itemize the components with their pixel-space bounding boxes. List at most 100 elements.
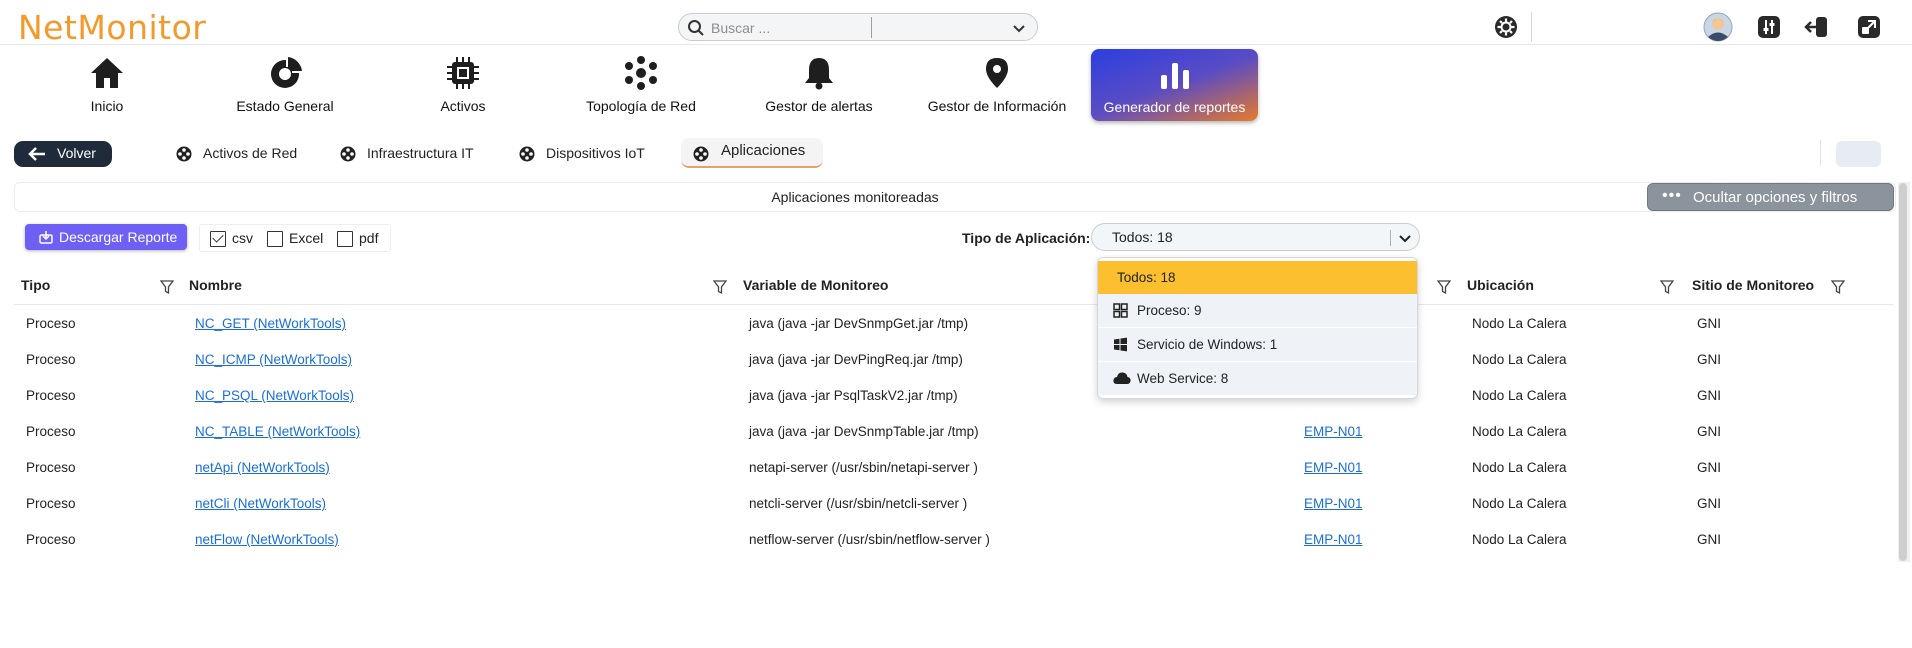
search-divider <box>871 17 872 38</box>
column-header-nombre[interactable]: Nombre <box>189 277 242 293</box>
cell-tipo: Proceso <box>26 496 76 511</box>
column-header-sitio[interactable]: Sitio de Monitoreo <box>1692 277 1814 293</box>
subtab-dispositivos-iot[interactable]: Dispositivos IoT <box>519 143 669 167</box>
subtab-aplicaciones[interactable]: Aplicaciones <box>681 138 823 168</box>
nav-label: Gestor de Información <box>927 98 1067 114</box>
type-filter-dropdown: Todos: 18 Proceso: 9 Servicio de Windows… <box>1097 257 1418 399</box>
cell-variable: java (java -jar DevSnmpTable.jar /tmp) <box>749 424 979 439</box>
dropdown-option-proceso[interactable]: Proceso: 9 <box>1098 294 1417 327</box>
cell-variable: netapi-server (/usr/sbin/netapi-server ) <box>749 460 978 475</box>
nav-label: Activos <box>440 98 486 114</box>
filter-icon[interactable] <box>713 279 727 295</box>
cell-sitio: GNI <box>1697 460 1722 475</box>
search-bar[interactable]: Buscar ... <box>678 13 1038 41</box>
table-row[interactable]: Proceso NC_GET (NetWorkTools) java (java… <box>0 314 1890 334</box>
cell-sitio: GNI <box>1697 496 1722 511</box>
more-dots-icon: ••• <box>1662 187 1682 204</box>
nav-informacion[interactable]: Gestor de Información <box>912 52 1082 124</box>
cell-tipo: Proceso <box>26 532 76 547</box>
type-filter-select[interactable]: Todos: 18 <box>1091 223 1420 251</box>
cell-ubicacion: Nodo La Calera <box>1472 424 1567 439</box>
cell-nombre-link[interactable]: netApi (NetWorkTools) <box>195 460 330 475</box>
table-header-divider <box>14 304 1894 305</box>
nav-estado-general[interactable]: Estado General <box>200 52 370 124</box>
download-report-button[interactable]: Descargar Reporte <box>25 224 187 250</box>
cell-equipo-link[interactable]: EMP-N01 <box>1304 532 1363 547</box>
settings-gear-icon[interactable] <box>1494 15 1518 39</box>
subtab-activos-red[interactable]: Activos de Red <box>176 143 326 167</box>
windows-icon <box>1114 337 1127 352</box>
grid-icon <box>1113 303 1128 318</box>
nav-alertas[interactable]: Gestor de alertas <box>734 52 904 124</box>
window-swap-icon[interactable] <box>1857 15 1881 39</box>
scrollbar-thumb[interactable] <box>1899 183 1907 561</box>
filter-icon[interactable] <box>1831 279 1845 295</box>
logout-icon[interactable] <box>1804 14 1830 40</box>
cell-nombre-link[interactable]: netFlow (NetWorkTools) <box>195 532 339 547</box>
filter-icon[interactable] <box>1437 279 1451 295</box>
cell-equipo-link[interactable]: EMP-N01 <box>1304 460 1363 475</box>
table-row[interactable]: Proceso netCli (NetWorkTools) netcli-ser… <box>0 494 1890 514</box>
column-header-ubicacion[interactable]: Ubicación <box>1467 277 1534 293</box>
panel-title: Aplicaciones monitoreadas <box>771 189 939 205</box>
donut-chart-icon <box>271 57 302 88</box>
table-row[interactable]: Proceso NC_PSQL (NetWorkTools) java (jav… <box>0 386 1890 406</box>
header-divider-line <box>0 44 1912 45</box>
column-header-variable[interactable]: Variable de Monitoreo <box>743 277 888 293</box>
cell-equipo-link[interactable]: EMP-N01 <box>1304 496 1363 511</box>
sliders-icon[interactable] <box>1757 15 1781 39</box>
subtab-label: Activos de Red <box>203 145 298 161</box>
dropdown-option-todos[interactable]: Todos: 18 <box>1098 261 1417 294</box>
cell-ubicacion: Nodo La Calera <box>1472 388 1567 403</box>
back-button[interactable]: Volver <box>14 141 112 167</box>
hide-filters-label: Ocultar opciones y filtros <box>1693 189 1858 206</box>
subtab-infraestructura[interactable]: Infraestructura IT <box>340 143 500 167</box>
cell-variable: netcli-server (/usr/sbin/netcli-server ) <box>749 496 968 511</box>
excel-checkbox[interactable] <box>267 231 283 247</box>
network-icon <box>625 56 657 90</box>
cell-nombre-link[interactable]: netCli (NetWorkTools) <box>195 496 326 511</box>
dropdown-option-web-service[interactable]: Web Service: 8 <box>1098 362 1417 395</box>
pdf-checkbox[interactable] <box>337 231 353 247</box>
table-row[interactable]: Proceso NC_ICMP (NetWorkTools) java (jav… <box>0 350 1890 370</box>
cell-equipo-link[interactable]: EMP-N01 <box>1304 424 1363 439</box>
table-row[interactable]: Proceso NC_TABLE (NetWorkTools) java (ja… <box>0 422 1890 442</box>
nav-activos[interactable]: Activos <box>378 52 548 124</box>
film-reel-icon <box>519 146 535 162</box>
nav-inicio[interactable]: Inicio <box>22 52 192 124</box>
cell-sitio: GNI <box>1697 352 1722 367</box>
cell-sitio: GNI <box>1697 388 1722 403</box>
nav-generador-reportes[interactable]: Generador de reportes <box>1091 49 1258 121</box>
cell-nombre-link[interactable]: NC_GET (NetWorkTools) <box>195 316 346 331</box>
column-header-tipo[interactable]: Tipo <box>21 277 50 293</box>
user-avatar-icon[interactable] <box>1703 12 1733 42</box>
csv-checkbox[interactable] <box>210 231 226 247</box>
cell-tipo: Proceso <box>26 316 76 331</box>
chevron-down-icon[interactable] <box>1011 20 1027 36</box>
table-row[interactable]: Proceso netApi (NetWorkTools) netapi-ser… <box>0 458 1890 478</box>
search-icon <box>688 20 704 36</box>
filter-icon[interactable] <box>1660 279 1674 295</box>
dropdown-option-label: Todos: 18 <box>1117 270 1176 285</box>
cell-ubicacion: Nodo La Calera <box>1472 532 1567 547</box>
cell-nombre-link[interactable]: NC_ICMP (NetWorkTools) <box>195 352 352 367</box>
cloud-icon <box>1113 372 1131 384</box>
cell-variable: java (java -jar DevPingReq.jar /tmp) <box>749 352 963 367</box>
search-placeholder[interactable]: Buscar ... <box>711 20 770 36</box>
dropdown-option-servicio-windows[interactable]: Servicio de Windows: 1 <box>1098 328 1417 361</box>
download-label: Descargar Reporte <box>59 229 178 245</box>
hide-filters-button[interactable]: ••• Ocultar opciones y filtros <box>1647 183 1894 211</box>
film-reel-icon <box>340 146 356 162</box>
type-filter-value: Todos: 18 <box>1112 229 1173 245</box>
dropdown-option-label: Proceso: 9 <box>1137 303 1202 318</box>
cell-tipo: Proceso <box>26 460 76 475</box>
nav-topologia[interactable]: Topología de Red <box>556 52 726 124</box>
table-row[interactable]: Proceso netFlow (NetWorkTools) netflow-s… <box>0 530 1890 550</box>
dropdown-option-label: Web Service: 8 <box>1137 371 1229 386</box>
cell-nombre-link[interactable]: NC_PSQL (NetWorkTools) <box>195 388 354 403</box>
filter-icon[interactable] <box>160 279 174 295</box>
blank-action-button[interactable] <box>1836 141 1881 167</box>
cell-nombre-link[interactable]: NC_TABLE (NetWorkTools) <box>195 424 360 439</box>
chip-icon <box>447 57 479 89</box>
chevron-down-icon[interactable] <box>1398 231 1412 245</box>
